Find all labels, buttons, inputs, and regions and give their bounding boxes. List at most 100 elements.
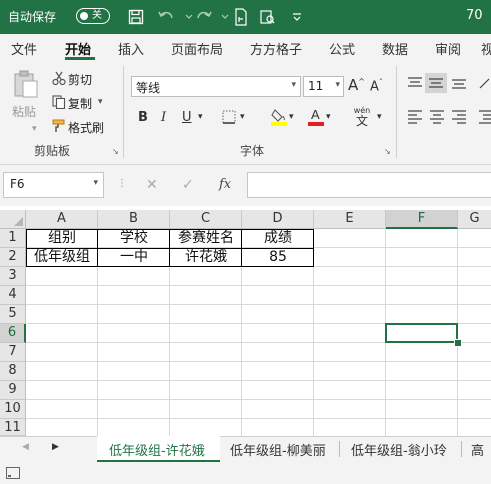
name-box-dropdown-icon[interactable]: ▾ [93, 178, 98, 188]
cell-a1[interactable]: 组别 [26, 229, 98, 248]
font-size-box[interactable]: 11 ▾ [303, 76, 344, 97]
row-header-4[interactable]: 4 [0, 286, 26, 305]
selected-cell-f6[interactable] [385, 323, 458, 343]
column-header-d[interactable]: D [242, 210, 314, 229]
paste-dropdown-icon[interactable]: ▾ [32, 124, 37, 134]
select-all-button[interactable] [0, 210, 26, 229]
row-header-9[interactable]: 9 [0, 381, 26, 400]
formula-input[interactable] [247, 172, 491, 198]
copy-icon[interactable] [52, 95, 66, 112]
font-name-box[interactable]: 等线 ▾ [131, 76, 301, 97]
font-name: 等线 [136, 81, 161, 95]
tab-fangfang[interactable]: 方方格子 [250, 39, 302, 58]
cell-d2[interactable]: 85 [242, 248, 314, 267]
fill-color-icon[interactable] [271, 108, 287, 129]
clipboard-launcher-icon[interactable]: ↘ [112, 147, 119, 156]
insert-function-icon[interactable]: fx [219, 177, 231, 192]
align-bottom-icon[interactable] [451, 76, 467, 93]
sheet-tab-3[interactable]: 低年级组-翁小玲 [351, 440, 447, 459]
gridline [26, 380, 491, 381]
row-header-11[interactable]: 11 [0, 419, 26, 436]
phonetic-dropdown-icon[interactable]: ▾ [377, 112, 382, 122]
row-header-7[interactable]: 7 [0, 343, 26, 362]
cell-c1[interactable]: 参赛姓名 [170, 229, 242, 248]
row-header-8[interactable]: 8 [0, 362, 26, 381]
row-header-6[interactable]: 6 [0, 324, 26, 343]
font-size-dropdown-icon[interactable]: ▾ [335, 80, 340, 90]
column-header-g[interactable]: G [458, 210, 491, 229]
format-painter-button[interactable]: 格式刷 [68, 119, 104, 136]
align-right-icon[interactable] [451, 110, 467, 127]
tab-page-layout[interactable]: 页面布局 [171, 39, 223, 58]
column-header-e[interactable]: E [314, 210, 386, 229]
autosave-label: 自动保存 [8, 10, 57, 24]
cancel-icon[interactable]: ✕ [146, 177, 158, 193]
underline-dropdown-icon[interactable]: ▾ [198, 112, 203, 122]
column-header-f[interactable]: F [386, 210, 458, 229]
paste-icon[interactable] [12, 70, 40, 103]
indent-icon[interactable] [478, 110, 491, 127]
sheet-tab-1[interactable]: 低年级组-许花娥 [109, 440, 205, 459]
orientation-icon[interactable] [478, 76, 491, 93]
cell-d1[interactable]: 成绩 [242, 229, 314, 248]
tab-review[interactable]: 审阅 [435, 39, 461, 58]
row-header-5[interactable]: 5 [0, 305, 26, 324]
increase-font-size-button[interactable]: A^ [348, 76, 365, 94]
italic-button[interactable]: I [161, 110, 166, 125]
font-launcher-icon[interactable]: ↘ [384, 147, 391, 156]
align-top-icon[interactable] [407, 76, 423, 93]
print-preview-icon[interactable] [256, 6, 278, 28]
tab-file[interactable]: 文件 [11, 39, 37, 58]
phonetic-guide-icon[interactable]: wén 文 [352, 106, 372, 128]
font-color-dropdown-icon[interactable]: ▾ [326, 112, 331, 122]
cut-icon[interactable] [52, 71, 66, 88]
align-middle-button[interactable] [425, 73, 447, 93]
touch-mode-icon[interactable] [230, 6, 252, 28]
underline-button[interactable]: U [182, 110, 192, 125]
enter-icon[interactable]: ✓ [182, 177, 194, 193]
redo-icon[interactable] [193, 6, 215, 28]
cut-button[interactable]: 剪切 [68, 71, 92, 88]
autosave-toggle[interactable]: 关 [76, 8, 110, 24]
undo-icon[interactable] [155, 6, 177, 28]
font-color-icon[interactable]: A [308, 107, 324, 129]
cell-c2[interactable]: 许花娥 [170, 248, 242, 267]
row-header-3[interactable]: 3 [0, 267, 26, 286]
tab-formulas[interactable]: 公式 [329, 39, 355, 58]
align-left-icon[interactable] [407, 110, 423, 127]
align-center-icon[interactable] [429, 110, 445, 127]
cell-b1[interactable]: 学校 [98, 229, 170, 248]
copy-button[interactable]: 复制 [68, 95, 92, 112]
tab-insert[interactable]: 插入 [118, 39, 144, 58]
decrease-font-size-button[interactable]: Aˇ [370, 78, 383, 94]
scroll-sheets-left-icon[interactable]: ◀ [22, 442, 29, 452]
format-painter-icon[interactable] [52, 119, 67, 136]
clipboard-group-label: 剪贴板 [34, 144, 71, 158]
bold-button[interactable]: B [138, 110, 148, 125]
cell-a2[interactable]: 低年级组 [26, 248, 98, 267]
cell-b2[interactable]: 一中 [98, 248, 170, 267]
row-header-2[interactable]: 2 [0, 248, 26, 267]
sheet-tab-2[interactable]: 低年级组-柳美丽 [230, 440, 326, 459]
column-header-c[interactable]: C [170, 210, 242, 229]
customize-icon[interactable] [286, 6, 308, 28]
borders-icon[interactable] [222, 110, 236, 127]
tab-view[interactable]: 视 [481, 39, 491, 58]
copy-dropdown-icon[interactable]: ▾ [98, 97, 103, 107]
scroll-sheets-right-icon[interactable]: ▶ [52, 442, 59, 452]
column-header-a[interactable]: A [26, 210, 98, 229]
row-header-10[interactable]: 10 [0, 400, 26, 419]
column-header-b[interactable]: B [98, 210, 170, 229]
tab-home[interactable]: 开始 [65, 39, 91, 58]
borders-dropdown-icon[interactable]: ▾ [240, 112, 245, 122]
paste-button[interactable]: 粘贴 [12, 103, 36, 120]
fill-handle[interactable] [454, 339, 462, 347]
tab-data[interactable]: 数据 [382, 39, 408, 58]
fill-color-dropdown-icon[interactable]: ▾ [289, 112, 294, 122]
row-header-1[interactable]: 1 [0, 229, 26, 248]
save-icon[interactable] [125, 6, 147, 28]
macro-record-icon[interactable] [6, 467, 20, 482]
name-box[interactable]: F6 ▾ [3, 172, 104, 198]
font-name-dropdown-icon[interactable]: ▾ [291, 80, 296, 90]
title-bar: 自动保存 关 70 [0, 0, 491, 34]
